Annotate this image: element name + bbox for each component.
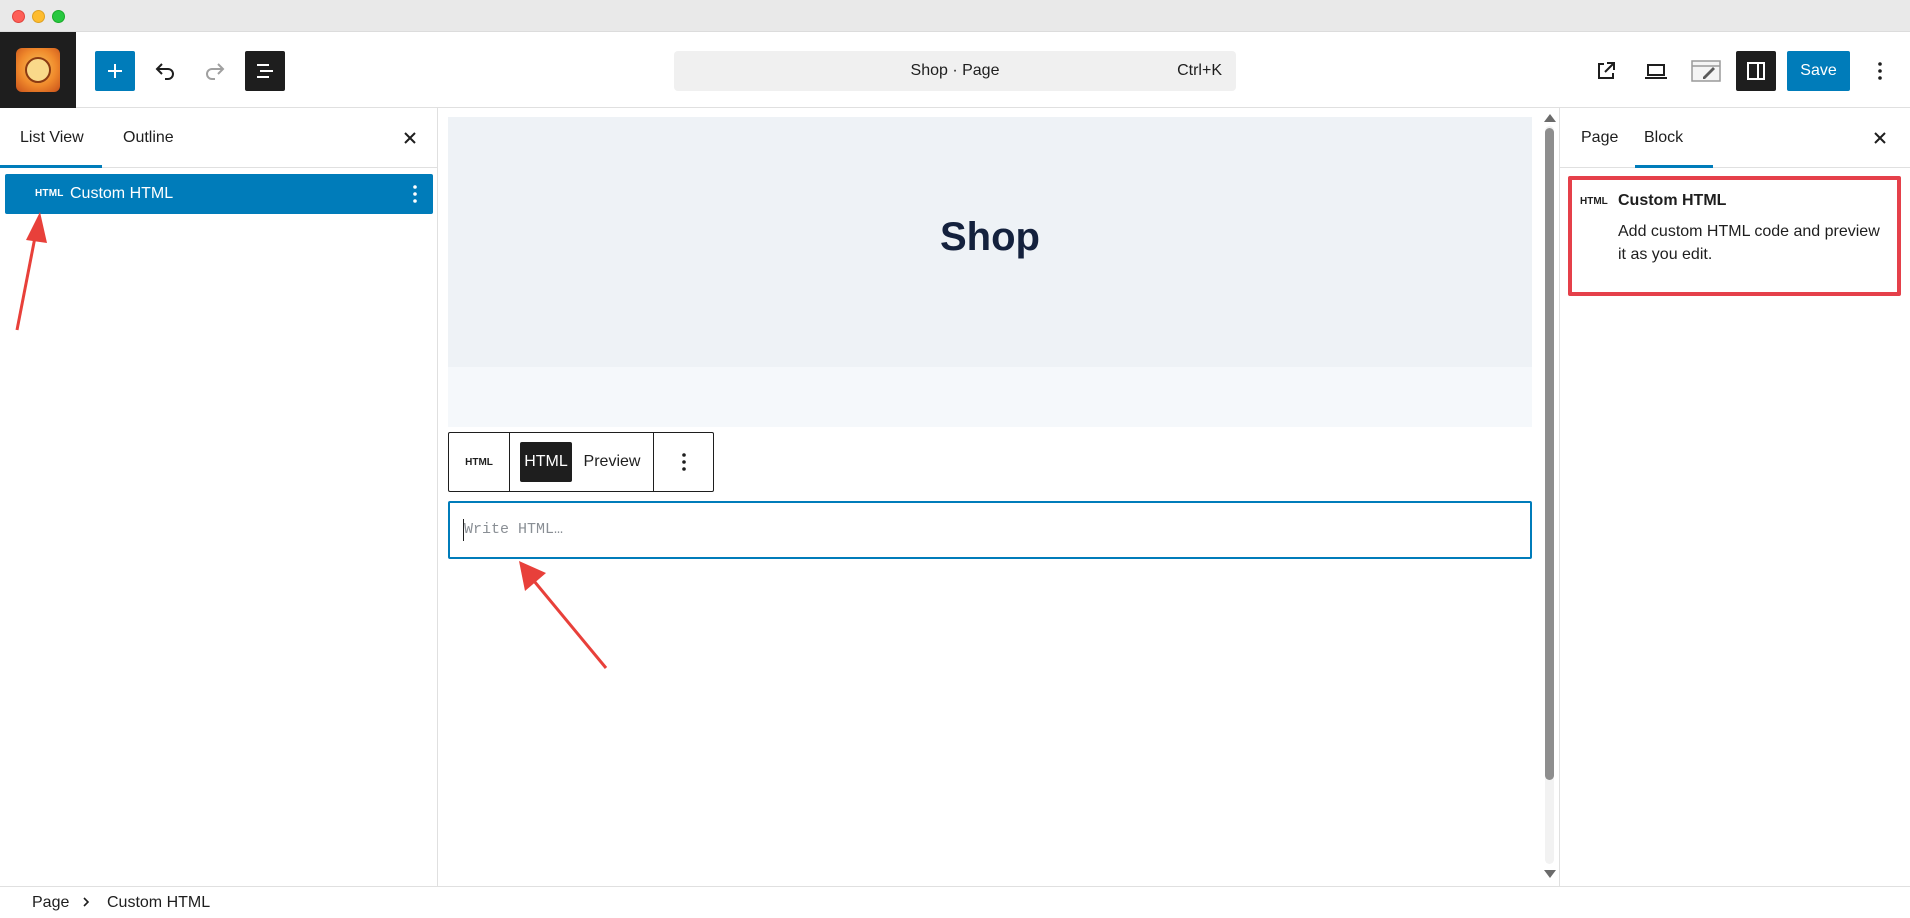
document-overview-panel: List View Outline HTML Custom HTML xyxy=(0,108,438,886)
block-toolbar: HTML HTML Preview xyxy=(448,432,714,492)
plus-icon xyxy=(108,64,122,78)
active-tab-indicator xyxy=(0,165,102,168)
settings-button[interactable] xyxy=(1736,51,1776,91)
html-code-input[interactable] xyxy=(448,501,1532,559)
external-link-icon xyxy=(1598,62,1615,79)
styles-button[interactable] xyxy=(1686,51,1726,91)
command-shortcut: Ctrl+K xyxy=(1177,62,1222,79)
list-item-label: Custom HTML xyxy=(70,185,174,202)
settings-sidebar: Page Block HTML Custom HTML Add custom H… xyxy=(1559,108,1910,886)
close-icon xyxy=(1874,132,1886,144)
redo-button[interactable] xyxy=(195,51,235,91)
list-item-options-button[interactable] xyxy=(403,182,427,206)
document-overview-button[interactable] xyxy=(245,51,285,91)
text-caret xyxy=(463,519,464,541)
add-block-button[interactable] xyxy=(95,51,135,91)
page-title[interactable]: Shop xyxy=(448,215,1532,260)
close-document-overview-button[interactable] xyxy=(398,126,422,150)
block-card-description: Add custom HTML code and preview it as y… xyxy=(1618,223,1880,263)
editor-window: Shop · Page Ctrl+K Save List View Outlin… xyxy=(0,0,1910,917)
window-titlebar xyxy=(0,0,1910,32)
scroll-up-arrow-icon[interactable] xyxy=(1544,114,1556,122)
scroll-down-arrow-icon[interactable] xyxy=(1544,870,1556,878)
laptop-icon xyxy=(1645,64,1667,79)
close-icon xyxy=(404,132,416,144)
breadcrumb-custom-html[interactable]: Custom HTML xyxy=(107,887,210,918)
tab-block[interactable]: Block xyxy=(1644,108,1683,168)
undo-icon xyxy=(155,63,174,80)
html-block-icon: HTML xyxy=(1580,196,1608,207)
site-logo-button[interactable] xyxy=(0,32,76,108)
html-mode-button[interactable]: HTML xyxy=(520,442,572,482)
document-title: Shop · Page xyxy=(910,62,1000,79)
spacer-block xyxy=(448,367,1532,427)
sidebar-icon xyxy=(1747,62,1765,80)
tab-list-view[interactable]: List View xyxy=(20,108,84,168)
view-page-button[interactable] xyxy=(1586,51,1626,91)
device-preview-button[interactable] xyxy=(1636,51,1676,91)
block-card-title: Custom HTML xyxy=(1618,192,1727,209)
more-vertical-icon xyxy=(413,185,417,203)
block-options-button[interactable] xyxy=(654,433,714,491)
html-block-icon: HTML xyxy=(35,188,64,199)
redo-icon xyxy=(206,63,225,80)
site-logo-icon xyxy=(16,48,60,92)
options-button[interactable] xyxy=(1860,51,1900,91)
settings-tabs: Page Block xyxy=(1560,108,1910,168)
breadcrumb-page[interactable]: Page xyxy=(32,887,69,918)
editor-canvas: Shop HTML HTML Preview xyxy=(439,108,1559,886)
chevron-right-icon xyxy=(83,897,90,907)
scrollbar-thumb[interactable] xyxy=(1545,128,1554,780)
close-settings-button[interactable] xyxy=(1868,126,1892,150)
tab-outline[interactable]: Outline xyxy=(123,108,174,168)
save-button[interactable]: Save xyxy=(1787,51,1850,91)
list-item-custom-html[interactable]: HTML Custom HTML xyxy=(5,174,433,214)
html-block-icon: HTML xyxy=(465,456,493,468)
block-info-card: HTML Custom HTML Add custom HTML code an… xyxy=(1568,176,1901,296)
block-type-button[interactable]: HTML xyxy=(449,433,510,491)
command-palette-bar[interactable]: Shop · Page Ctrl+K xyxy=(674,51,1236,91)
preview-mode-button[interactable]: Preview xyxy=(582,442,642,482)
more-vertical-icon xyxy=(1878,62,1882,80)
active-tab-indicator xyxy=(1635,165,1713,168)
more-vertical-icon xyxy=(682,453,686,471)
tab-page[interactable]: Page xyxy=(1581,108,1618,168)
canvas-scrollbar[interactable] xyxy=(1540,114,1558,880)
document-overview-tabs: List View Outline xyxy=(0,108,438,168)
undo-button[interactable] xyxy=(145,51,185,91)
breadcrumb: Page Custom HTML xyxy=(0,886,1910,917)
minimize-window-button[interactable] xyxy=(32,10,45,23)
styles-icon xyxy=(1691,60,1721,82)
page-header-block[interactable]: Shop xyxy=(448,117,1532,367)
close-window-button[interactable] xyxy=(12,10,25,23)
zoom-window-button[interactable] xyxy=(52,10,65,23)
list-view-icon xyxy=(257,64,273,78)
editor-toolbar: Shop · Page Ctrl+K Save xyxy=(0,32,1910,108)
